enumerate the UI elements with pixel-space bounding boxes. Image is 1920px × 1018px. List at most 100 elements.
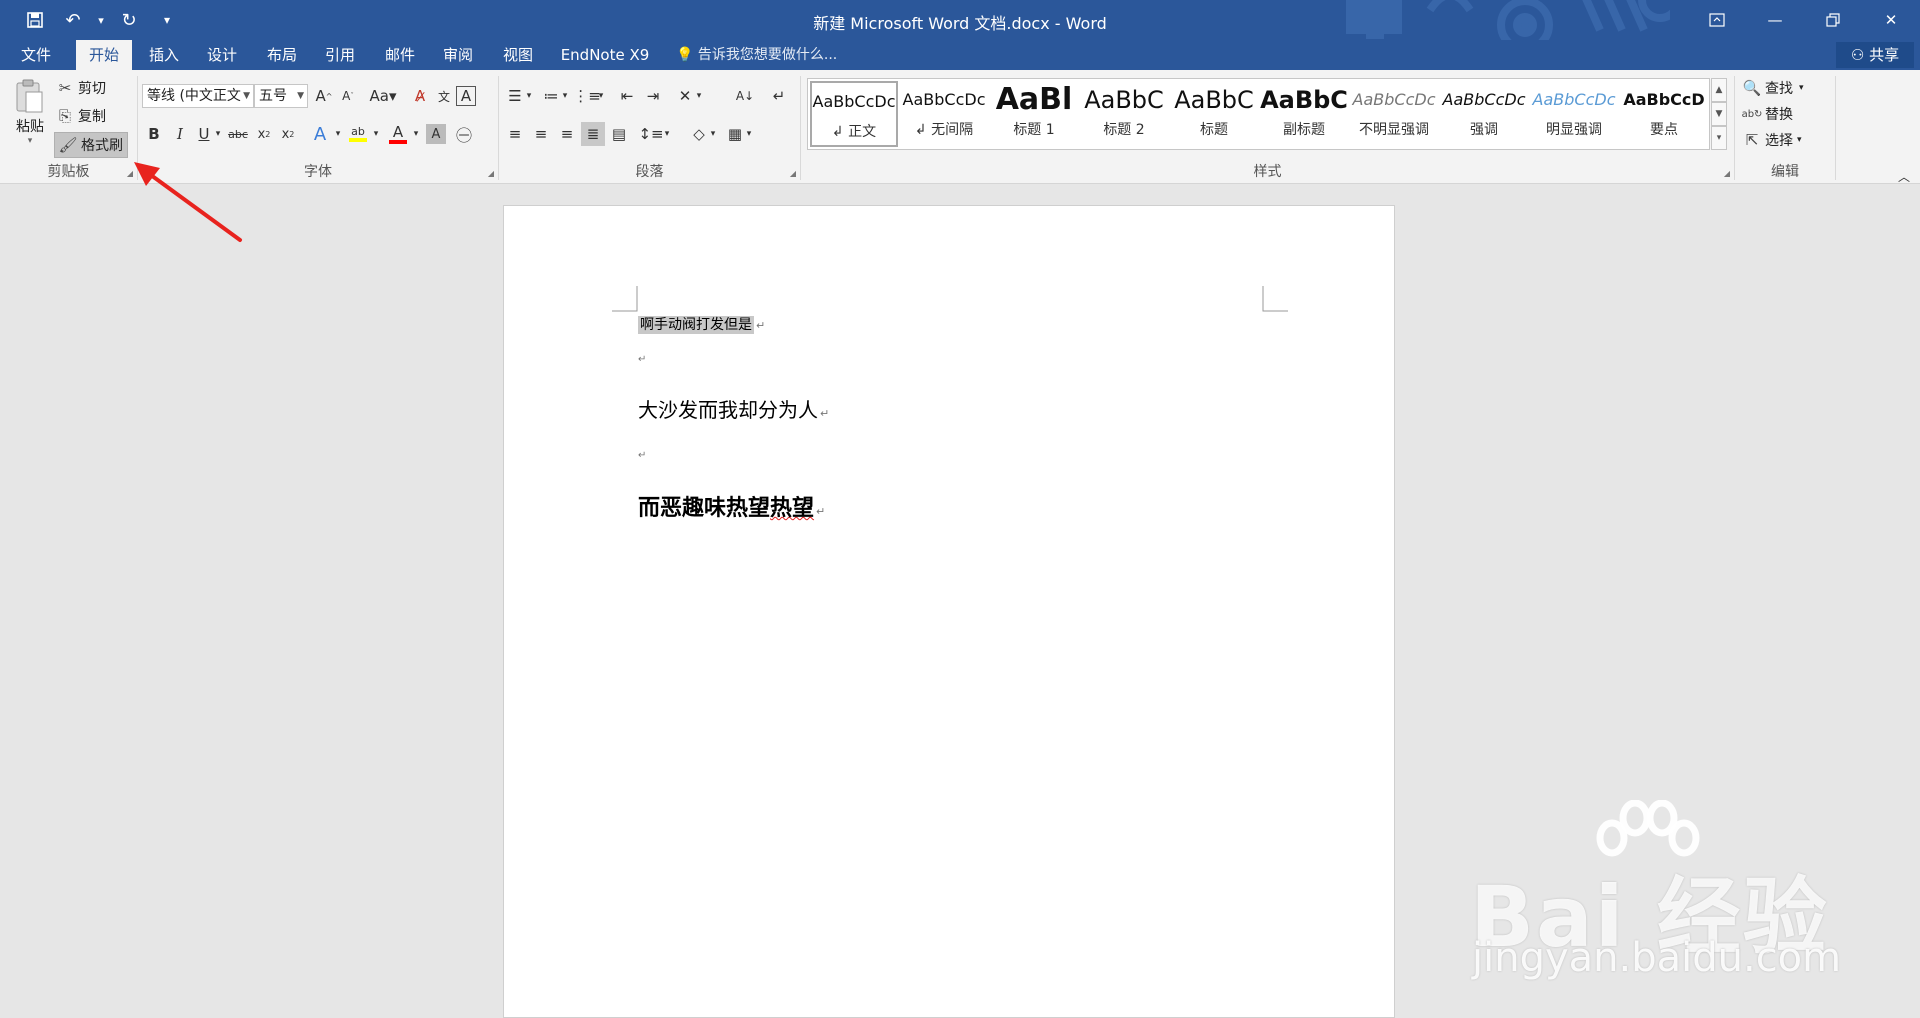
style-no-spacing[interactable]: AaBbCcDc ↲ 无间隔 xyxy=(900,81,988,147)
character-border-icon[interactable]: A xyxy=(456,86,476,106)
strikethrough-icon[interactable]: abc xyxy=(226,122,250,146)
font-launcher-icon[interactable]: ◢ xyxy=(488,169,494,178)
style-preview: AaBbC xyxy=(1084,86,1164,114)
line-spacing-icon[interactable]: ↕≡ xyxy=(638,122,663,146)
format-painter-button[interactable]: 🖌 格式刷 xyxy=(54,132,128,158)
paste-dropdown-icon[interactable]: ▾ xyxy=(28,136,33,146)
empty-paragraph[interactable]: ↵ xyxy=(638,354,646,365)
phonetic-guide-icon[interactable]: 文 xyxy=(432,84,456,108)
enclose-characters-icon[interactable]: ㊀ xyxy=(452,122,476,146)
font-name-combo[interactable]: 等线 (中文正文 ▼ xyxy=(142,84,254,108)
tab-layout[interactable]: 布局 xyxy=(254,40,310,70)
align-left-icon[interactable]: ≡ xyxy=(503,122,527,146)
justify-icon[interactable]: ≣ xyxy=(581,122,605,146)
numbering-dropdown-icon[interactable]: ▾ xyxy=(559,84,571,108)
multilevel-dropdown-icon[interactable]: ▾ xyxy=(595,84,607,108)
paragraph-5[interactable]: 而恶趣味热望热望 ↵ xyxy=(638,490,825,522)
borders-dropdown-icon[interactable]: ▾ xyxy=(743,122,755,146)
chinese-layout-dropdown-icon[interactable]: ▾ xyxy=(693,84,705,108)
editing-group: 🔍 查找 ▾ ab↻ 替换 ⇱ 选择 ▾ 编辑 xyxy=(1735,70,1835,184)
paragraph-mark: ↵ xyxy=(820,407,830,420)
tab-design[interactable]: 设计 xyxy=(194,40,250,70)
grow-font-icon[interactable]: A ^ xyxy=(312,84,336,108)
document-page[interactable]: 啊手动阀打发但是 ↵ ↵ 大沙发而我却分为人 ↵ ↵ 而恶趣味热望热望 ↵ xyxy=(503,205,1395,1018)
align-right-icon[interactable]: ≡ xyxy=(555,122,579,146)
superscript-icon[interactable]: x2 xyxy=(276,122,300,146)
tell-me-box[interactable]: 💡 告诉我您想要做什么... xyxy=(676,40,837,70)
style-title[interactable]: AaBbC 标题 xyxy=(1170,81,1258,147)
highlight-dropdown-icon[interactable]: ▾ xyxy=(370,122,382,146)
window-title: 新建 Microsoft Word 文档.docx - Word xyxy=(813,14,1107,33)
share-button[interactable]: ⚇ 共享 xyxy=(1836,42,1914,68)
subscript-icon[interactable]: x2 xyxy=(252,122,276,146)
tab-file[interactable]: 文件 xyxy=(8,40,64,70)
paste-label: 粘贴 xyxy=(16,119,44,135)
select-button[interactable]: ⇱ 选择 ▾ xyxy=(1743,130,1802,150)
copy-button[interactable]: ⎘ 复制 xyxy=(56,106,106,126)
style-preview: AaBl xyxy=(995,82,1073,117)
style-intense-emphasis[interactable]: AaBbCcDc 明显强调 xyxy=(1530,81,1618,147)
ribbon-display-options-icon[interactable] xyxy=(1688,0,1746,40)
tab-home[interactable]: 开始 xyxy=(76,40,132,70)
cut-label: 剪切 xyxy=(78,81,106,97)
increase-indent-icon[interactable]: ⇥ xyxy=(641,84,665,108)
style-normal[interactable]: AaBbCcDc ↲ 正文 xyxy=(810,81,898,147)
shrink-font-icon[interactable]: Aˇ xyxy=(336,84,360,108)
find-button[interactable]: 🔍 查找 ▾ xyxy=(1743,78,1804,98)
tab-view[interactable]: 视图 xyxy=(490,40,546,70)
style-heading-1[interactable]: AaBl 标题 1 xyxy=(990,81,1078,147)
close-icon[interactable]: ✕ xyxy=(1862,0,1920,40)
character-shading-icon[interactable]: A xyxy=(426,124,446,144)
bold-icon[interactable]: B xyxy=(142,122,166,146)
style-strong[interactable]: AaBbCcD 要点 xyxy=(1620,81,1708,147)
styles-launcher-icon[interactable]: ◢ xyxy=(1724,169,1730,178)
distributed-icon[interactable]: ▤ xyxy=(607,122,631,146)
tab-endnote[interactable]: EndNote X9 xyxy=(552,40,658,70)
underline-dropdown-icon[interactable]: ▾ xyxy=(212,122,224,146)
clear-formatting-icon[interactable]: A̷ xyxy=(408,84,432,108)
align-center-icon[interactable]: ≡ xyxy=(529,122,553,146)
style-emphasis[interactable]: AaBbCcDc 强调 xyxy=(1440,81,1528,147)
styles-scroll-up-icon[interactable]: ▲ xyxy=(1711,78,1727,102)
cut-button[interactable]: ✂ 剪切 xyxy=(56,78,106,98)
group-divider xyxy=(1835,76,1836,180)
minimize-icon[interactable]: — xyxy=(1746,0,1804,40)
style-subtle-emphasis[interactable]: AaBbCcDc 不明显强调 xyxy=(1350,81,1438,147)
style-name: 要点 xyxy=(1650,122,1678,138)
clipboard-group-label: 剪贴板 xyxy=(47,164,90,180)
tab-references[interactable]: 引用 xyxy=(312,40,368,70)
change-case-icon[interactable]: Aa▾ xyxy=(366,84,400,108)
restore-icon[interactable] xyxy=(1804,0,1862,40)
font-color-icon[interactable]: A xyxy=(386,122,410,146)
tab-insert[interactable]: 插入 xyxy=(136,40,192,70)
line-spacing-dropdown-icon[interactable]: ▾ xyxy=(661,122,673,146)
paragraph-mark: ↵ xyxy=(638,450,647,461)
bullets-dropdown-icon[interactable]: ▾ xyxy=(523,84,535,108)
style-name: ↲ 正文 xyxy=(831,124,877,140)
ribbon: 粘贴 ▾ ✂ 剪切 ⎘ 复制 🖌 格式刷 剪贴板 ◢ 等线 (中文正文 ▼ 五号 ▼ A ^… xyxy=(0,70,1920,184)
shading-dropdown-icon[interactable]: ▾ xyxy=(707,122,719,146)
paste-button[interactable]: 粘贴 ▾ xyxy=(10,78,50,166)
sort-icon[interactable]: A↓ xyxy=(733,84,757,108)
italic-icon[interactable]: I xyxy=(168,122,192,146)
styles-more-icon[interactable]: ▾ xyxy=(1711,126,1727,150)
empty-paragraph[interactable]: ↵ xyxy=(638,450,646,461)
paragraph-launcher-icon[interactable]: ◢ xyxy=(790,169,796,178)
styles-scroll-down-icon[interactable]: ▼ xyxy=(1711,102,1727,126)
decrease-indent-icon[interactable]: ⇤ xyxy=(615,84,639,108)
selected-text: 啊手动阀打发但是 xyxy=(638,316,754,334)
font-color-dropdown-icon[interactable]: ▾ xyxy=(410,122,422,146)
tab-mailings[interactable]: 邮件 xyxy=(372,40,428,70)
show-marks-icon[interactable]: ↵ xyxy=(767,84,791,108)
text-effects-icon[interactable]: A xyxy=(308,122,332,146)
style-preview: AaBbCcDc xyxy=(1442,90,1526,109)
style-heading-2[interactable]: AaBbC 标题 2 xyxy=(1080,81,1168,147)
tab-review[interactable]: 审阅 xyxy=(430,40,486,70)
replace-button[interactable]: ab↻ 替换 xyxy=(1742,104,1793,124)
text-effects-dropdown-icon[interactable]: ▾ xyxy=(332,122,344,146)
style-subtitle[interactable]: AaBbC 副标题 xyxy=(1260,81,1348,147)
font-size-combo[interactable]: 五号 ▼ xyxy=(254,84,308,108)
paragraph-3[interactable]: 大沙发而我却分为人 ↵ xyxy=(638,394,829,423)
paragraph-1[interactable]: 啊手动阀打发但是 ↵ xyxy=(638,314,765,334)
highlight-icon[interactable]: ab xyxy=(346,122,370,146)
